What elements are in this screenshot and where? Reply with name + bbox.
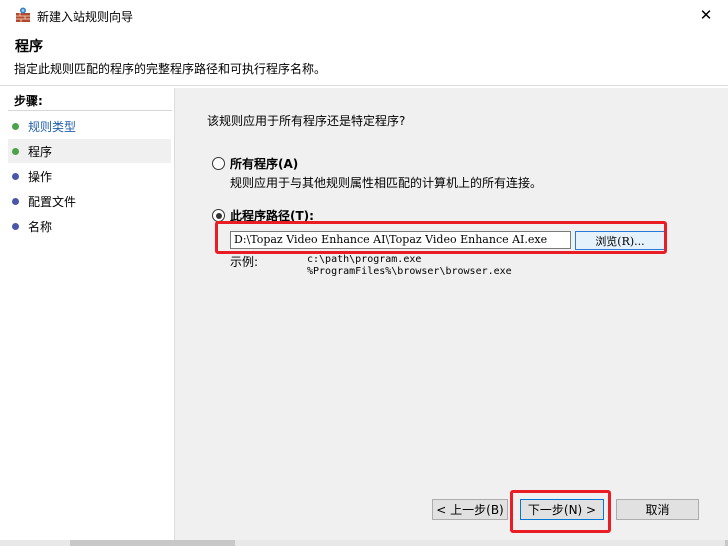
title-bar: 新建入站规则向导 ✕ [0, 0, 728, 30]
radio-selected-dot [215, 212, 222, 219]
step-status-dot-icon [12, 172, 19, 180]
step-program[interactable]: 程序 [8, 139, 171, 163]
next-button[interactable]: 下一步(N) > [520, 499, 604, 520]
step-label: 名称 [28, 219, 53, 234]
all-programs-label[interactable]: 所有程序(A) [230, 155, 298, 172]
step-name: 名称 [8, 214, 171, 238]
step-status-dot-icon [12, 147, 19, 155]
background-window-edge [0, 540, 728, 546]
step-label: 规则类型 [28, 119, 77, 134]
example-path: %ProgramFiles%\browser\browser.exe [307, 266, 512, 277]
all-programs-radio[interactable] [212, 157, 225, 170]
wizard-header: 程序 指定此规则匹配的程序的完整程序路径和可执行程序名称。 [0, 30, 728, 86]
browse-button[interactable]: 浏览(R)... [575, 231, 665, 250]
example-path: c:\path\program.exe [307, 254, 422, 265]
background-segment [235, 540, 725, 546]
close-button[interactable]: ✕ [684, 0, 728, 30]
close-icon: ✕ [699, 6, 713, 24]
step-rule-type[interactable]: 规则类型 [8, 114, 171, 138]
program-path-input[interactable]: D:\Topaz Video Enhance AI\Topaz Video En… [230, 231, 571, 249]
program-path-radio[interactable] [212, 209, 225, 222]
all-programs-description: 规则应用于与其他规则属性相匹配的计算机上的所有连接。 [230, 176, 543, 190]
background-segment [0, 540, 70, 546]
steps-heading: 步骤: [14, 94, 43, 108]
back-button[interactable]: < 上一步(B) [432, 499, 508, 520]
step-status-dot-icon [12, 197, 19, 205]
example-label: 示例: [230, 255, 259, 269]
step-label: 操作 [28, 169, 53, 184]
question-text: 该规则应用于所有程序还是特定程序? [207, 114, 406, 128]
step-label: 配置文件 [28, 194, 77, 209]
page-description: 指定此规则匹配的程序的完整程序路径和可执行程序名称。 [14, 62, 327, 76]
page-title: 程序 [15, 39, 43, 55]
step-status-dot-icon [12, 222, 19, 230]
step-label: 程序 [28, 144, 53, 159]
firewall-wall-icon [15, 7, 31, 23]
steps-divider [8, 110, 172, 111]
steps-panel: 步骤: 规则类型 程序 操作 配置文件 名称 [0, 88, 174, 540]
program-path-label[interactable]: 此程序路径(T): [230, 207, 314, 224]
step-profile: 配置文件 [8, 189, 171, 213]
cancel-button[interactable]: 取消 [616, 499, 699, 520]
step-status-dot-icon [12, 122, 19, 130]
step-action: 操作 [8, 164, 171, 188]
window-title: 新建入站规则向导 [37, 10, 134, 24]
content-panel: 该规则应用于所有程序还是特定程序? 所有程序(A) 规则应用于与其他规则属性相匹… [175, 88, 728, 540]
